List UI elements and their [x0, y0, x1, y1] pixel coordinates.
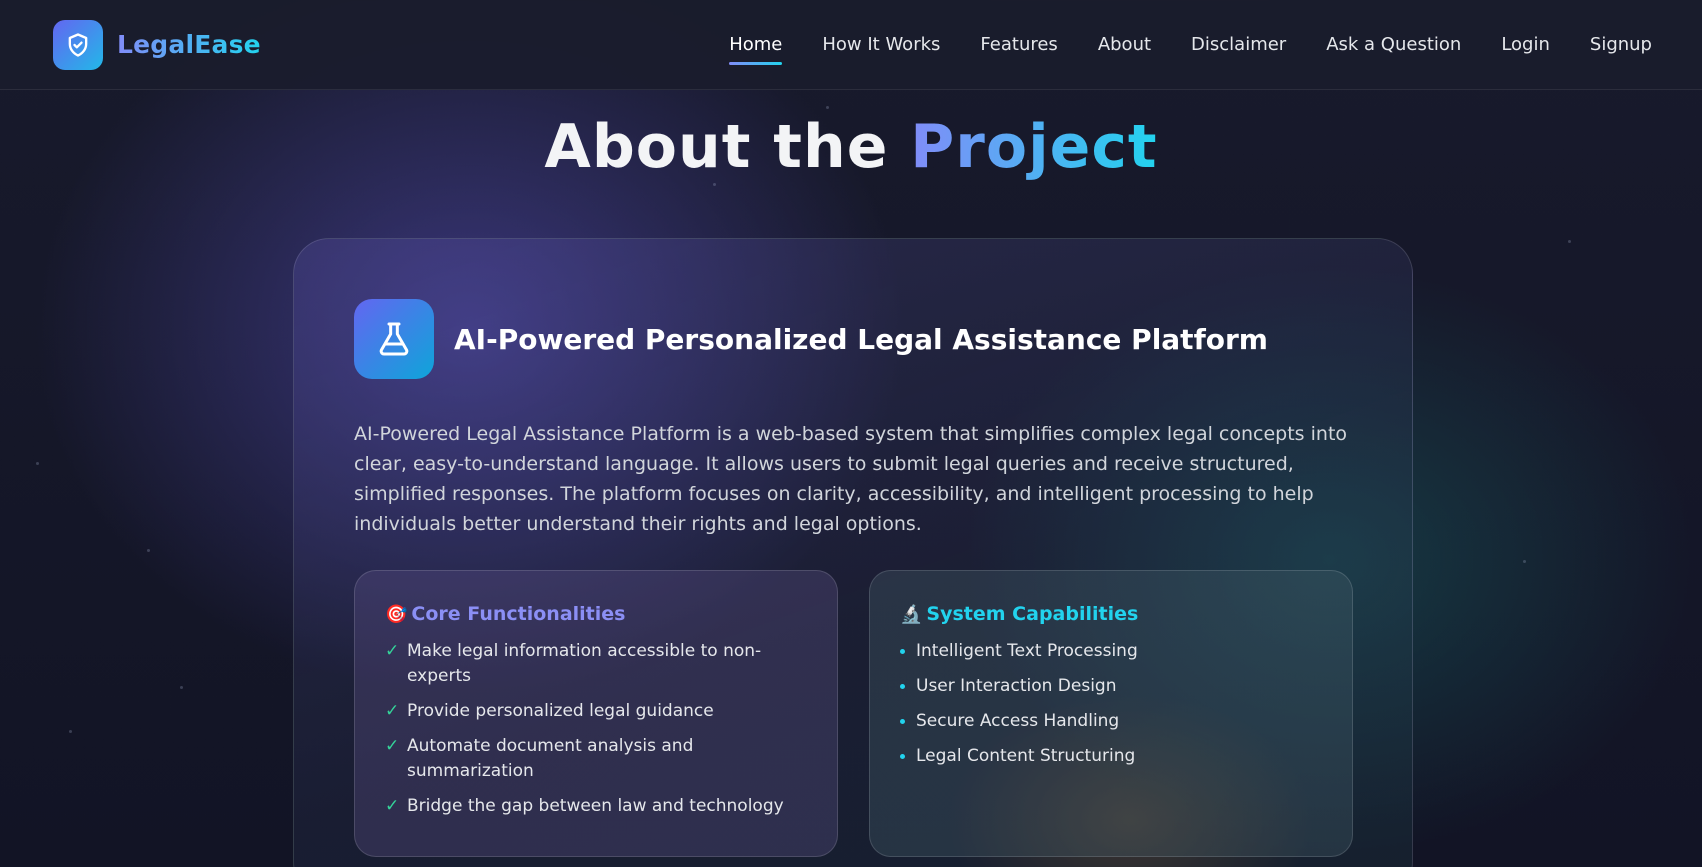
system-capabilities-panel: 🔬 System Capabilities Intelligent Text P…	[869, 570, 1353, 857]
card-description: AI-Powered Legal Assistance Platform is …	[354, 423, 1348, 535]
list-item-text: Make legal information accessible to non…	[407, 641, 762, 686]
project-card: AI-Powered Personalized Legal Assistance…	[293, 238, 1413, 867]
background-dot	[36, 462, 39, 465]
nav-link-disclaimer[interactable]: Disclaimer	[1191, 28, 1286, 61]
brand[interactable]: LegalEase	[53, 19, 261, 70]
list-item-text: Provide personalized legal guidance	[407, 701, 714, 721]
nav-link-login[interactable]: Login	[1501, 28, 1550, 61]
core-functionalities-title: Core Functionalities	[411, 603, 626, 625]
core-functionalities-heading: 🎯 Core Functionalities	[385, 603, 807, 625]
core-functionalities-list: ✓ Make legal information accessible to no…	[385, 639, 807, 819]
system-capabilities-heading: 🔬 System Capabilities	[900, 603, 1322, 625]
background-dot	[1568, 240, 1571, 243]
nav-link-features[interactable]: Features	[980, 28, 1057, 61]
check-icon: ✓	[385, 736, 400, 756]
target-icon: 🎯	[385, 603, 408, 625]
list-item-text: Legal Content Structuring	[916, 746, 1136, 766]
bullet-icon	[900, 709, 916, 734]
bullet-icon	[900, 744, 916, 769]
page-title-accent: Project	[910, 112, 1158, 182]
page-title: About the Project	[0, 112, 1702, 182]
check-icon: ✓	[385, 796, 400, 816]
flask-icon	[354, 299, 434, 379]
nav-link-about[interactable]: About	[1098, 28, 1151, 61]
nav-links: Home How It Works Features About Disclai…	[689, 28, 1652, 65]
list-item: ✓ Make legal information accessible to no…	[385, 639, 807, 689]
core-functionalities-panel: 🎯 Core Functionalities ✓ Make legal infor…	[354, 570, 838, 857]
navbar: LegalEase Home How It Works Features Abo…	[0, 0, 1702, 90]
nav-link-ask-a-question[interactable]: Ask a Question	[1326, 28, 1461, 61]
list-item: ✓ Provide personalized legal guidance	[385, 699, 807, 724]
background-dot	[147, 549, 150, 552]
background-dot	[180, 686, 183, 689]
list-item: ✓ Bridge the gap between law and technolo…	[385, 794, 807, 819]
check-icon: ✓	[385, 641, 400, 661]
list-item: Intelligent Text Processing	[900, 639, 1322, 664]
list-item: Secure Access Handling	[900, 709, 1322, 734]
list-item-text: Secure Access Handling	[916, 711, 1120, 731]
bullet-icon	[900, 674, 916, 699]
card-header: AI-Powered Personalized Legal Assistance…	[354, 299, 1268, 379]
list-item-text: Intelligent Text Processing	[916, 641, 1138, 661]
microscope-icon: 🔬	[900, 603, 923, 625]
list-item-text: Automate document analysis and summariza…	[407, 736, 694, 781]
card-title: AI-Powered Personalized Legal Assistance…	[454, 322, 1268, 356]
background-dot	[713, 183, 716, 186]
list-item: Legal Content Structuring	[900, 744, 1322, 769]
system-capabilities-list: Intelligent Text Processing User Interac…	[900, 639, 1322, 769]
background-dot	[69, 730, 72, 733]
list-item-text: Bridge the gap between law and technolog…	[407, 796, 784, 816]
list-item: ✓ Automate document analysis and summariz…	[385, 734, 807, 784]
background-dot	[1523, 560, 1526, 563]
list-item-text: User Interaction Design	[916, 676, 1117, 696]
list-item: User Interaction Design	[900, 674, 1322, 699]
background-dot	[826, 106, 829, 109]
bullet-icon	[900, 639, 916, 664]
shield-check-icon	[53, 19, 103, 70]
nav-link-signup[interactable]: Signup	[1590, 28, 1652, 61]
brand-name: LegalEase	[117, 30, 261, 59]
system-capabilities-title: System Capabilities	[926, 603, 1139, 625]
check-icon: ✓	[385, 701, 400, 721]
nav-link-how-it-works[interactable]: How It Works	[822, 28, 940, 61]
page-title-prefix: About the	[544, 112, 911, 182]
nav-link-home[interactable]: Home	[729, 28, 783, 65]
